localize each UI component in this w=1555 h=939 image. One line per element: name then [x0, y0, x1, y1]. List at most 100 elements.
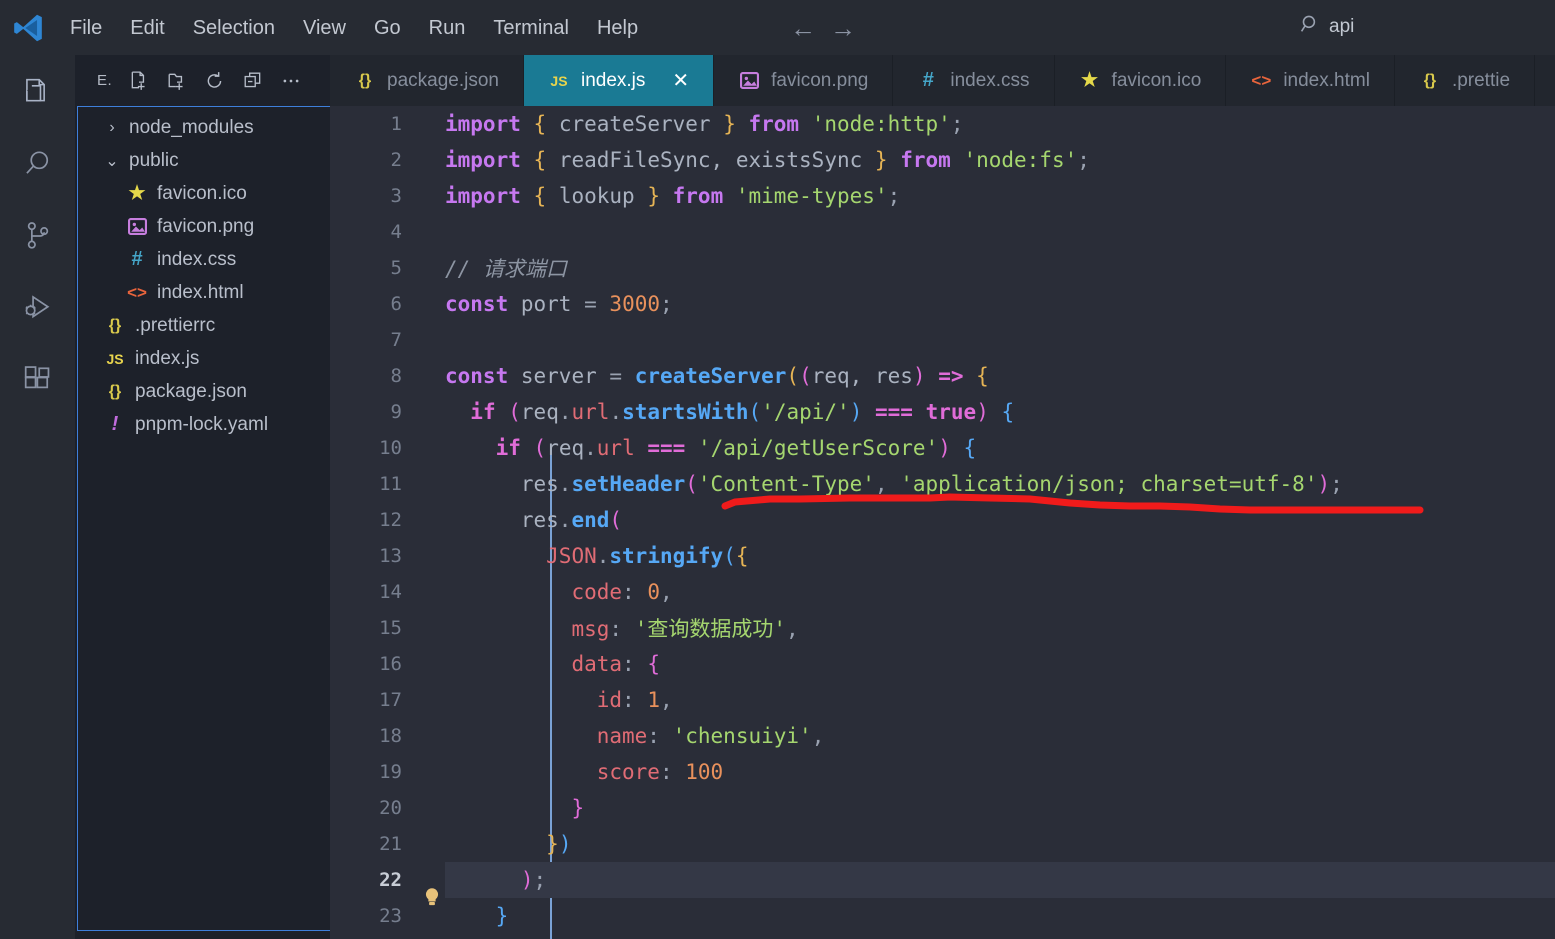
tree-item-label: favicon.png: [157, 215, 255, 237]
line-content: }: [571, 796, 585, 820]
line-number: 9: [390, 401, 402, 423]
line-content: id: 1,: [596, 688, 673, 712]
code-line: 17 id: 1,: [330, 682, 1555, 718]
tab-label: favicon.png: [771, 69, 869, 91]
line-number: 16: [379, 653, 402, 675]
tab-index-js[interactable]: JS index.js ✕: [523, 55, 715, 106]
code-editor[interactable]: 1 import { createServer } from 'node:htt…: [330, 106, 1555, 939]
navigation-arrows: ← →: [790, 0, 856, 55]
editor-tab-bar: {} package.json JS index.js ✕ favicon.pn…: [330, 55, 1555, 106]
line-number: 23: [379, 905, 402, 927]
menu-item-go[interactable]: Go: [360, 10, 415, 46]
line-number: 6: [390, 293, 402, 315]
tree-item-label: pnpm-lock.yaml: [135, 413, 269, 435]
activity-item-extensions[interactable]: [15, 357, 61, 403]
line-content: );: [520, 868, 547, 892]
activity-item-run-debug[interactable]: [15, 285, 61, 331]
code-line: 5 // 请求端口: [330, 250, 1555, 286]
ellipsis-icon[interactable]: [280, 70, 302, 92]
menu-item-view[interactable]: View: [289, 10, 360, 46]
css-icon: #: [922, 69, 934, 91]
new-folder-icon[interactable]: [166, 70, 188, 92]
line-number: 3: [390, 185, 402, 207]
explorer-title: E.: [97, 72, 113, 89]
tree-item-favicon-ico[interactable]: ★ favicon.ico: [78, 177, 330, 210]
menu-item-edit[interactable]: Edit: [116, 10, 178, 46]
line-number: 14: [379, 581, 402, 603]
arrow-left-icon[interactable]: ←: [790, 15, 816, 41]
tree-item-node_modules[interactable]: › node_modules: [78, 111, 330, 144]
tree-item-prettierrc[interactable]: {} .prettierrc: [78, 309, 330, 342]
code-line: 6 const port = 3000;: [330, 286, 1555, 322]
code-line: 11 res.setHeader('Content-Type', 'applic…: [330, 466, 1555, 502]
line-number: 21: [379, 833, 402, 855]
tree-item-pnpm-lock-yaml[interactable]: ! pnpm-lock.yaml: [78, 408, 330, 441]
tab-index-html[interactable]: <> index.html: [1226, 55, 1395, 106]
line-number: 17: [379, 689, 402, 711]
code-line: 9 if (req.url.startsWith('/api/') === tr…: [330, 394, 1555, 430]
code-line: 18 name: 'chensuiyi',: [330, 718, 1555, 754]
line-number: 1: [390, 113, 402, 135]
activity-item-explorer[interactable]: [15, 69, 61, 115]
new-file-icon[interactable]: [128, 70, 150, 92]
line-content: msg: '查询数据成功',: [571, 617, 799, 641]
tab-index-css[interactable]: # index.css: [893, 55, 1055, 106]
lightbulb-icon[interactable]: [422, 887, 442, 909]
json-icon: {}: [108, 382, 122, 400]
code-line: 15 msg: '查询数据成功',: [330, 610, 1555, 646]
code-line: 13 JSON.stringify({: [330, 538, 1555, 574]
tab-favicon-ico[interactable]: ★ favicon.ico: [1055, 55, 1227, 106]
code-line: 3 import { lookup } from 'mime-types';: [330, 178, 1555, 214]
explorer-sidebar: E. › node_modules ⌄ public ★ favicon.ico…: [75, 55, 330, 939]
line-content: }: [495, 904, 509, 928]
tab-prettierrc[interactable]: {} .prettie: [1395, 55, 1536, 106]
tab-package-json[interactable]: {} package.json: [330, 55, 524, 106]
menu-item-selection[interactable]: Selection: [179, 10, 289, 46]
tree-item-public[interactable]: ⌄ public: [78, 144, 330, 177]
line-number: 11: [379, 473, 402, 495]
line-content: import { lookup } from 'mime-types';: [445, 184, 901, 208]
tree-item-label: index.html: [157, 281, 244, 303]
refresh-icon[interactable]: [204, 70, 226, 92]
activity-item-source-control[interactable]: [15, 213, 61, 259]
line-number: 13: [379, 545, 402, 567]
code-line: 7: [330, 322, 1555, 358]
tab-label: favicon.ico: [1111, 69, 1202, 91]
html-icon: <>: [127, 282, 147, 302]
extensions-icon: [24, 366, 49, 389]
line-number: 22: [379, 869, 402, 891]
tree-item-label: .prettierrc: [135, 314, 216, 336]
activity-item-search[interactable]: [15, 141, 61, 187]
tree-item-label: index.js: [135, 347, 200, 369]
tree-item-label: index.css: [157, 248, 237, 270]
star-icon: ★: [1081, 70, 1099, 91]
tab-favicon-png[interactable]: favicon.png: [714, 55, 894, 106]
tree-item-package-json[interactable]: {} package.json: [78, 375, 330, 408]
file-tree[interactable]: › node_modules ⌄ public ★ favicon.ico fa…: [77, 106, 330, 931]
activity-bar: [0, 55, 75, 939]
menu-item-terminal[interactable]: Terminal: [479, 10, 583, 46]
tree-item-index-css[interactable]: # index.css: [78, 243, 330, 276]
line-number: 18: [379, 725, 402, 747]
menu-item-file[interactable]: File: [56, 10, 116, 46]
code-line: 2 import { readFileSync, existsSync } fr…: [330, 142, 1555, 178]
close-icon[interactable]: ✕: [672, 71, 689, 91]
command-search-input[interactable]: api: [1300, 10, 1354, 44]
collapse-all-icon[interactable]: [242, 70, 264, 92]
arrow-right-icon[interactable]: →: [830, 15, 856, 41]
tab-label: index.js: [580, 69, 646, 91]
tree-item-index-js[interactable]: JS index.js: [78, 342, 330, 375]
line-number: 15: [379, 617, 402, 639]
line-content: if (req.url.startsWith('/api/') === true…: [470, 400, 1015, 424]
code-line: 19 score: 100: [330, 754, 1555, 790]
search-icon: [25, 151, 48, 174]
tree-item-index-html[interactable]: <> index.html: [78, 276, 330, 309]
css-icon: #: [131, 248, 143, 270]
menu-item-help[interactable]: Help: [583, 10, 652, 46]
line-content: if (req.url === '/api/getUserScore') {: [495, 436, 977, 460]
menu-item-run[interactable]: Run: [415, 10, 480, 46]
tab-label: package.json: [387, 69, 499, 91]
tree-item-favicon-png[interactable]: favicon.png: [78, 210, 330, 243]
files-icon: [25, 78, 45, 102]
image-icon: [126, 218, 148, 235]
